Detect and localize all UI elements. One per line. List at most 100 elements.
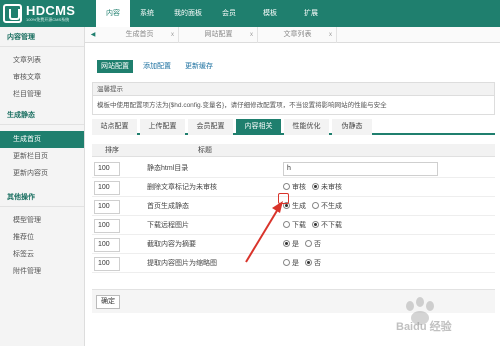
topnav-my-panel[interactable]: 我的面板 bbox=[164, 0, 212, 27]
table-row: 100 提取内容图片为缩略图 是 否 bbox=[92, 255, 495, 273]
sidebar-group-static[interactable]: 生成静态 bbox=[0, 107, 84, 125]
table-row: 100 静态html目录 h bbox=[92, 160, 495, 178]
radio-label: 生成 bbox=[292, 203, 306, 210]
topnav-system[interactable]: 系统 bbox=[130, 0, 164, 27]
radio-label: 下载 bbox=[292, 222, 306, 229]
topnav-template[interactable]: 模板 bbox=[246, 0, 294, 27]
page-tab-bar: ◀ 生成首页 x 网站配置 x 文章列表 x bbox=[85, 27, 500, 43]
sidebar-item-attachment[interactable]: 附件管理 bbox=[0, 263, 84, 280]
radio-label: 审核 bbox=[292, 184, 306, 191]
logo-icon bbox=[3, 4, 22, 23]
sidebar-item-tag-cloud[interactable]: 标签云 bbox=[0, 246, 84, 263]
sort-input[interactable]: 100 bbox=[94, 219, 120, 233]
topnav-content[interactable]: 内容 bbox=[96, 0, 130, 27]
topnav-member[interactable]: 会员 bbox=[212, 0, 246, 27]
sort-input[interactable]: 100 bbox=[94, 257, 120, 271]
annotation-highlight-box bbox=[278, 193, 289, 204]
cfg-tab-rewrite[interactable]: 伪静态 bbox=[332, 119, 372, 135]
sort-input[interactable]: 100 bbox=[94, 181, 120, 195]
sidebar-item-update-category[interactable]: 更新栏目页 bbox=[0, 148, 84, 165]
logo-subtitle: 100%免费开源CMS系统 bbox=[26, 17, 70, 22]
sidebar-item-generate-home[interactable]: 生成首页 bbox=[0, 131, 84, 148]
top-nav: 内容 系统 我的面板 会员 模板 扩展 bbox=[96, 0, 328, 27]
sidebar-item-model-manage[interactable]: 模型管理 bbox=[0, 212, 84, 229]
cfg-tab-upload[interactable]: 上传配置 bbox=[140, 119, 185, 135]
radio-label: 未审核 bbox=[321, 184, 342, 191]
config-tabs: 站点配置 上传配置 会员配置 内容相关 性能优化 伪静态 bbox=[92, 119, 495, 135]
radio-label: 否 bbox=[314, 241, 321, 248]
config-subnav: 网站配置 添加配置 更新缓存 bbox=[97, 60, 223, 73]
radio-option-download[interactable]: 下载 bbox=[283, 217, 306, 235]
sidebar-item-review-article[interactable]: 审核文章 bbox=[0, 69, 84, 86]
static-dir-input[interactable]: h bbox=[283, 162, 438, 176]
tab-label: 网站配置 bbox=[204, 31, 233, 38]
radio-selected-icon bbox=[283, 240, 290, 247]
radio-label: 是 bbox=[292, 241, 299, 248]
tab-label: 生成首页 bbox=[125, 31, 154, 38]
radio-option-no[interactable]: 否 bbox=[305, 236, 321, 254]
sort-input[interactable]: 100 bbox=[94, 200, 120, 214]
sidebar-group-other[interactable]: 其他操作 bbox=[0, 189, 84, 207]
tab-article-list[interactable]: 文章列表 x bbox=[259, 27, 337, 43]
radio-icon bbox=[283, 183, 290, 190]
radio-icon bbox=[312, 202, 319, 209]
row-label: 截取内容为摘要 bbox=[147, 241, 196, 248]
sidebar-item-article-list[interactable]: 文章列表 bbox=[0, 52, 84, 69]
subnav-site-config[interactable]: 网站配置 bbox=[97, 60, 133, 73]
row-label: 删除文章标记为未审核 bbox=[147, 184, 217, 191]
radio-option-yes[interactable]: 是 bbox=[283, 236, 299, 254]
radio-label: 不生成 bbox=[321, 203, 342, 210]
subnav-update-cache[interactable]: 更新缓存 bbox=[181, 60, 217, 73]
sidebar-group-content-manage[interactable]: 内容管理 bbox=[0, 29, 84, 47]
radio-option-no-download[interactable]: 不下载 bbox=[312, 217, 342, 235]
cfg-tab-performance[interactable]: 性能优化 bbox=[284, 119, 329, 135]
confirm-button[interactable]: 确定 bbox=[96, 295, 120, 309]
radio-icon bbox=[283, 221, 290, 228]
tip-title: 温馨提示 bbox=[93, 83, 494, 96]
table-row: 100 删除文章标记为未审核 审核 未审核 bbox=[92, 179, 495, 197]
radio-option-no-generate[interactable]: 不生成 bbox=[312, 198, 342, 216]
row-label: 提取内容图片为缩略图 bbox=[147, 260, 217, 267]
tab-prev-icon[interactable]: ◀ bbox=[87, 27, 99, 43]
radio-selected-icon bbox=[305, 259, 312, 266]
subnav-add-config[interactable]: 添加配置 bbox=[139, 60, 175, 73]
logo-text: HDCMS bbox=[26, 3, 76, 18]
radio-option-unreview[interactable]: 未审核 bbox=[312, 179, 342, 197]
radio-option-yes[interactable]: 是 bbox=[283, 255, 299, 273]
radio-label: 是 bbox=[292, 260, 299, 267]
tab-label: 文章列表 bbox=[283, 31, 312, 38]
tab-close-icon[interactable]: x bbox=[329, 27, 332, 43]
radio-icon bbox=[283, 259, 290, 266]
table-row: 100 下载远程图片 下载 不下载 bbox=[92, 217, 495, 235]
cfg-tab-site[interactable]: 站点配置 bbox=[92, 119, 137, 135]
radio-selected-icon bbox=[312, 221, 319, 228]
radio-option-no[interactable]: 否 bbox=[305, 255, 321, 273]
sort-input[interactable]: 100 bbox=[94, 238, 120, 252]
table-row: 100 截取内容为摘要 是 否 bbox=[92, 236, 495, 254]
topnav-extension[interactable]: 扩展 bbox=[294, 0, 328, 27]
table-header: 排序 标题 bbox=[92, 144, 495, 157]
top-header: HDCMS 100%免费开源CMS系统 内容 系统 我的面板 会员 模板 扩展 bbox=[0, 0, 500, 27]
cfg-tab-member[interactable]: 会员配置 bbox=[188, 119, 233, 135]
watermark-text: Baidu 经验 bbox=[396, 321, 452, 333]
tab-generate-home[interactable]: 生成首页 x bbox=[101, 27, 179, 43]
logo[interactable]: HDCMS 100%免费开源CMS系统 bbox=[3, 3, 93, 25]
row-label: 首页生成静态 bbox=[147, 203, 189, 210]
row-label: 下载远程图片 bbox=[147, 222, 189, 229]
sort-input[interactable]: 100 bbox=[94, 162, 120, 176]
sidebar-item-recommend[interactable]: 推荐位 bbox=[0, 229, 84, 246]
tip-box: 温馨提示 模板中使用配置项方法为{$hd.config.变量名}，请仔细修改配置… bbox=[92, 82, 495, 115]
header-title: 标题 bbox=[198, 147, 212, 154]
tab-close-icon[interactable]: x bbox=[250, 27, 253, 43]
tab-site-config[interactable]: 网站配置 x bbox=[180, 27, 258, 43]
sidebar-item-update-content[interactable]: 更新内容页 bbox=[0, 165, 84, 182]
cfg-tab-content[interactable]: 内容相关 bbox=[236, 119, 281, 135]
sidebar-item-category-manage[interactable]: 栏目管理 bbox=[0, 86, 84, 103]
sidebar: 内容管理 文章列表 审核文章 栏目管理 生成静态 生成首页 更新栏目页 更新内容… bbox=[0, 27, 85, 346]
baidu-watermark-icon bbox=[406, 297, 434, 325]
tab-close-icon[interactable]: x bbox=[171, 27, 174, 43]
radio-icon bbox=[305, 240, 312, 247]
radio-label: 否 bbox=[314, 260, 321, 267]
header-sort: 排序 bbox=[105, 147, 119, 154]
tip-text: 模板中使用配置项方法为{$hd.config.变量名}，请仔细修改配置项，不当设… bbox=[97, 102, 387, 109]
